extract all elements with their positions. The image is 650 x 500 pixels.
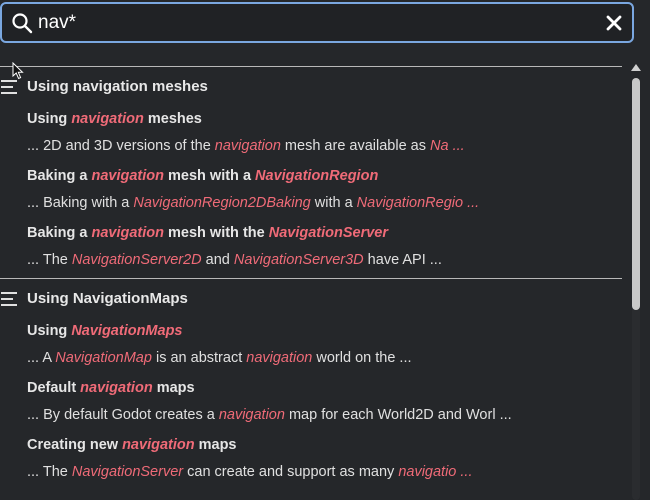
result-title-link[interactable]: Using navigation meshes	[27, 106, 622, 132]
match-highlight: NavigationRegion2DBaking	[133, 195, 311, 211]
text-run: with a	[310, 195, 357, 211]
clear-search-icon[interactable]	[604, 13, 624, 33]
result-snippet: ... The NavigationServer2D and Navigatio…	[27, 246, 622, 277]
result-item[interactable]: Baking a navigation mesh with the Naviga…	[0, 220, 622, 277]
result-snippet: ... The NavigationServer can create and …	[27, 458, 622, 489]
match-highlight: NavigationRegion	[255, 168, 379, 184]
search-results-list: Using navigation meshes Using navigation …	[0, 66, 622, 500]
vertical-scrollbar[interactable]	[630, 64, 644, 500]
match-highlight: NavigationServer	[71, 464, 184, 480]
mouse-pointer-icon	[12, 62, 24, 80]
result-snippet: ... 2D and 3D versions of the navigation…	[27, 132, 622, 163]
text-run: ... Baking with a	[27, 195, 134, 211]
section-title: Using NavigationMaps	[27, 290, 188, 307]
text-run: mesh are available as	[280, 138, 431, 154]
text-run: Using	[27, 323, 72, 339]
text-run: Baking a	[27, 168, 92, 184]
match-highlight: navigation	[91, 225, 164, 241]
result-item[interactable]: Using navigation meshes... 2D and 3D ver…	[0, 106, 622, 163]
search-input[interactable]	[38, 9, 578, 37]
match-highlight: navigation	[71, 111, 144, 127]
result-title-link[interactable]: Baking a navigation mesh with a Navigati…	[27, 163, 622, 189]
text-run: and	[201, 252, 234, 268]
result-section: Using navigation meshes Using navigation …	[0, 67, 622, 277]
text-run: maps	[194, 437, 237, 453]
result-title-link[interactable]: Creating new navigation maps	[27, 432, 622, 458]
text-run: have API ...	[363, 252, 442, 268]
text-run: map for each World2D and Worl ...	[284, 407, 512, 423]
list-icon	[0, 79, 18, 95]
match-highlight: NavigationMap	[55, 350, 152, 366]
result-title-link[interactable]: Default navigation maps	[27, 375, 622, 401]
match-highlight: navigation	[80, 380, 153, 396]
text-run: ... By default Godot creates a	[27, 407, 219, 423]
search-box[interactable]	[0, 2, 634, 43]
match-highlight: navigation	[218, 407, 285, 423]
text-run: maps	[152, 380, 195, 396]
result-snippet: ... By default Godot creates a navigatio…	[27, 401, 622, 432]
match-highlight: NavigationServer3D	[233, 252, 364, 268]
result-item[interactable]: Baking a navigation mesh with a Navigati…	[0, 163, 622, 220]
text-run: world on the ...	[312, 350, 412, 366]
scroll-thumb[interactable]	[632, 78, 640, 310]
text-run: ... A	[27, 350, 56, 366]
match-highlight: NavigationMaps	[71, 323, 183, 339]
match-highlight: NavigationServer2D	[71, 252, 202, 268]
match-highlight: navigation	[246, 350, 313, 366]
result-item[interactable]: Default navigation maps... By default Go…	[0, 375, 622, 432]
text-run: Creating new	[27, 437, 123, 453]
result-section: Using NavigationMaps Using NavigationMaps…	[0, 279, 622, 489]
text-run: ... The	[27, 252, 72, 268]
text-run: meshes	[143, 111, 202, 127]
result-title-link[interactable]: Using NavigationMaps	[27, 318, 622, 344]
match-highlight: Na ...	[430, 138, 465, 154]
section-title: Using navigation meshes	[27, 78, 208, 95]
match-highlight: navigation	[91, 168, 164, 184]
result-item[interactable]: Creating new navigation maps... The Navi…	[0, 432, 622, 489]
result-item[interactable]: Using NavigationMaps... A NavigationMap …	[0, 318, 622, 375]
list-icon	[0, 291, 18, 307]
search-icon	[12, 13, 33, 34]
text-run: Using	[27, 111, 72, 127]
result-snippet: ... A NavigationMap is an abstract navig…	[27, 344, 622, 375]
text-run: mesh with a	[163, 168, 256, 184]
search-results-window: Using navigation meshesUsing navigation …	[0, 0, 650, 500]
text-run: ... 2D and 3D versions of the	[27, 138, 215, 154]
match-highlight: NavigationServer	[268, 225, 389, 241]
section-header[interactable]: Using navigation meshes	[0, 67, 622, 106]
match-highlight: navigation	[122, 437, 195, 453]
result-title-link[interactable]: Baking a navigation mesh with the Naviga…	[27, 220, 622, 246]
text-run: can create and support as many	[183, 464, 399, 480]
match-highlight: NavigationRegio ...	[356, 195, 480, 211]
scroll-up-arrow-icon[interactable]	[631, 64, 641, 71]
section-header[interactable]: Using NavigationMaps	[0, 279, 622, 318]
match-highlight: navigation	[214, 138, 281, 154]
text-run: mesh with the	[163, 225, 269, 241]
text-run: is an abstract	[151, 350, 247, 366]
result-snippet: ... Baking with a NavigationRegion2DBaki…	[27, 189, 622, 220]
text-run: Default	[27, 380, 81, 396]
text-run: ... The	[27, 464, 72, 480]
text-run: Baking a	[27, 225, 92, 241]
match-highlight: navigatio ...	[398, 464, 473, 480]
